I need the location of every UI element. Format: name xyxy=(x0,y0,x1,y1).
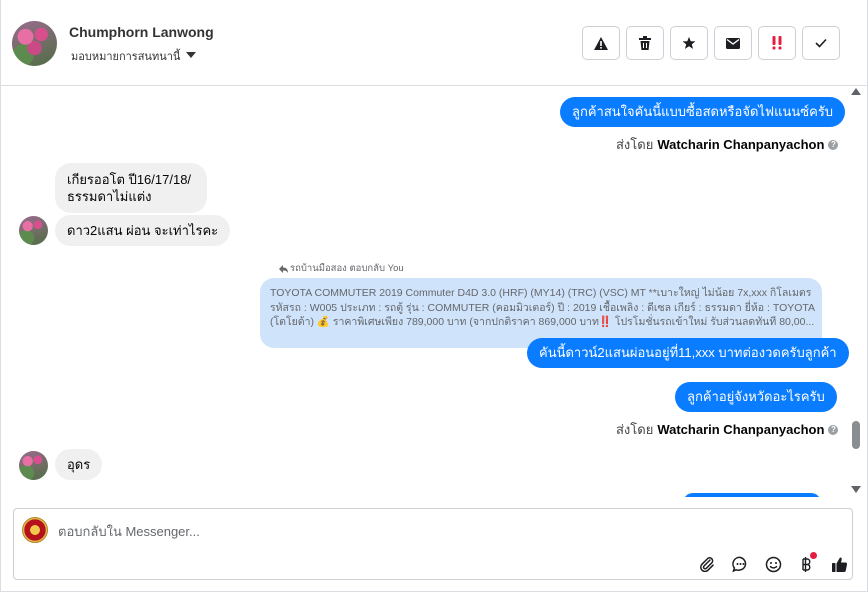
scroll-down-arrow[interactable] xyxy=(851,486,861,493)
avatar[interactable] xyxy=(19,216,48,245)
payment-button[interactable] xyxy=(794,552,818,576)
quoted-line: รหัสรถ : W005 ประเภท : รถตู้ รุ่น : COMM… xyxy=(270,301,816,314)
sent-by-name: Watcharin Chanpanyachon xyxy=(657,422,825,437)
reply-composer xyxy=(13,508,853,580)
outgoing-message[interactable]: ลูกค้าอยู่จังหวัดอะไรครับ xyxy=(675,382,837,412)
sent-by-label: ส่งโดย Watcharin Chanpanyachon ? xyxy=(616,134,839,155)
message-line: เกียรออโต ปี16/17/18/ xyxy=(67,172,192,187)
sent-by-prefix: ส่งโดย xyxy=(616,137,654,152)
outgoing-message[interactable]: ลูกค้าสนใจคันนี้แบบซื้อสดหรือจัดไฟแนนซ์ค… xyxy=(560,97,846,127)
reply-context-label: รถบ้านมือสอง ตอบกลับ You xyxy=(279,261,404,276)
mark-done-button[interactable] xyxy=(802,26,840,60)
like-button[interactable] xyxy=(827,552,851,576)
urgent-icon xyxy=(772,36,782,50)
star-button[interactable] xyxy=(670,26,708,60)
reply-label-text: รถบ้านมือสอง ตอบกลับ You xyxy=(290,263,404,274)
emoji-button[interactable] xyxy=(761,552,785,576)
quoted-line: (โตโยต้า) 💰 ราคาพิเศษเพียง 789,000 บาท (… xyxy=(270,316,815,328)
composer-tools xyxy=(695,552,851,576)
header-actions xyxy=(582,26,840,60)
incoming-message[interactable]: อุดร xyxy=(55,449,103,480)
delete-button[interactable] xyxy=(626,26,664,60)
attach-button[interactable] xyxy=(695,552,719,576)
assign-conversation-dropdown[interactable]: มอบหมายการสนทนานี้ xyxy=(71,47,197,65)
sent-by-label: ส่งโดย Watcharin Chanpanyachon ? xyxy=(616,419,839,440)
notification-dot xyxy=(810,552,817,559)
caret-down-icon xyxy=(186,52,197,58)
outgoing-message-partial[interactable] xyxy=(683,493,821,497)
avatar[interactable] xyxy=(12,21,57,66)
incoming-message[interactable]: เกียรออโต ปี16/17/18/ ธรรมดาไม่แต่ง xyxy=(55,163,207,213)
inbox-conversation-panel: Chumphorn Lanwong มอบหมายการสนทนานี้ ลูก… xyxy=(0,0,868,592)
sent-by-name: Watcharin Chanpanyachon xyxy=(657,137,825,152)
page-avatar xyxy=(22,517,48,543)
help-icon[interactable]: ? xyxy=(828,424,839,435)
attach-icon xyxy=(700,557,714,572)
reply-arrow-icon xyxy=(279,264,288,273)
thumbs-up-icon xyxy=(831,557,847,572)
mark-unread-button[interactable] xyxy=(714,26,752,60)
message-line: ธรรมดาไม่แต่ง xyxy=(67,189,152,204)
outgoing-message[interactable]: คันนี้ดาวน์2แสนผ่อนอยู่ที่11,xxx บาทต่อง… xyxy=(527,338,849,368)
mark-urgent-button[interactable] xyxy=(758,26,796,60)
emoji-icon xyxy=(765,556,781,572)
help-icon[interactable]: ? xyxy=(828,139,839,150)
reply-input[interactable] xyxy=(58,521,658,541)
check-icon xyxy=(815,38,827,48)
warning-icon xyxy=(594,36,608,50)
saved-replies-button[interactable] xyxy=(728,552,752,576)
conversation-header: Chumphorn Lanwong มอบหมายการสนทนานี้ xyxy=(1,0,867,86)
incoming-message[interactable]: ดาว2แสน ผ่อน จะเท่าไรคะ xyxy=(55,215,231,246)
assign-label: มอบหมายการสนทนานี้ xyxy=(71,51,181,63)
avatar[interactable] xyxy=(19,451,48,480)
contact-name[interactable]: Chumphorn Lanwong xyxy=(69,24,214,40)
scrollbar-thumb[interactable] xyxy=(852,421,860,449)
chat-bubble-icon xyxy=(731,556,746,572)
star-icon xyxy=(682,36,696,49)
scroll-up-arrow[interactable] xyxy=(851,88,861,95)
message-list: ลูกค้าสนใจคันนี้แบบซื้อสดหรือจัดไฟแนนซ์ค… xyxy=(1,87,849,497)
mail-icon xyxy=(726,37,740,49)
trash-icon xyxy=(639,36,651,50)
report-spam-button[interactable] xyxy=(582,26,620,60)
sent-by-prefix: ส่งโดย xyxy=(616,422,654,437)
quoted-line: TOYOTA COMMUTER 2019 Commuter D4D 3.0 (H… xyxy=(270,287,812,299)
